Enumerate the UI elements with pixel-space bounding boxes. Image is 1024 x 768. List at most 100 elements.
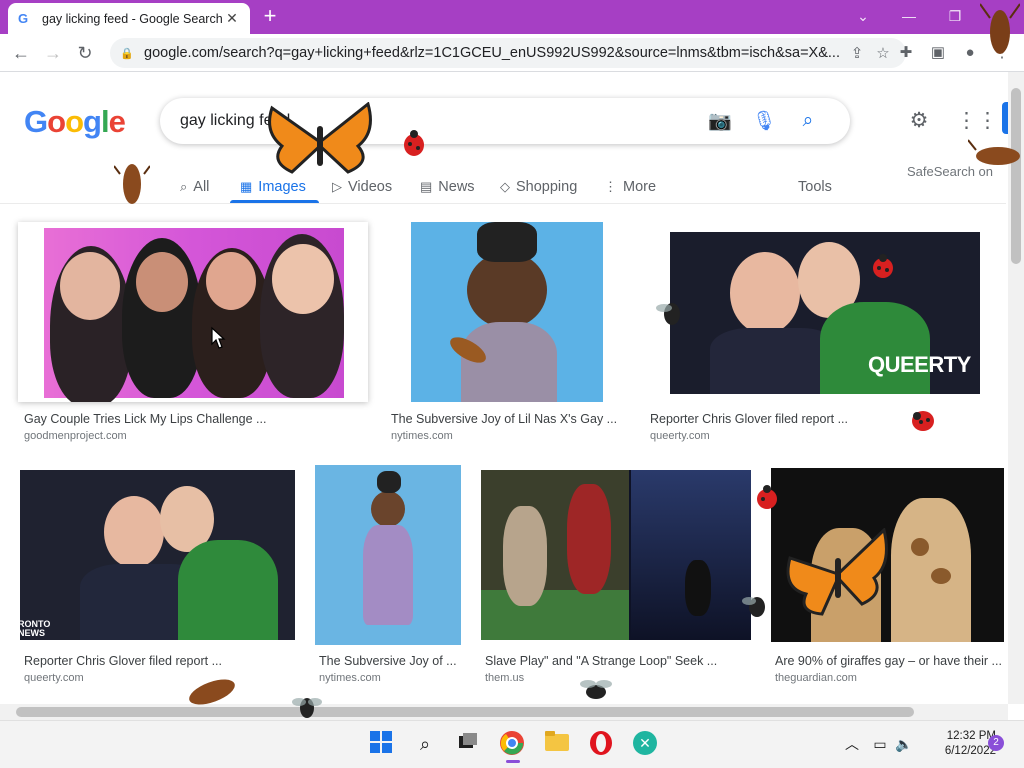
result-thumbnail [481, 470, 751, 640]
search-icon[interactable]: ⌕ [411, 730, 439, 758]
chrome-icon[interactable] [498, 730, 526, 758]
news-icon: ▤ [420, 179, 433, 194]
tab-shopping-label: Shopping [516, 179, 578, 195]
search-icon: ⌕ [180, 179, 188, 194]
vertical-scroll-thumb[interactable] [1011, 88, 1021, 264]
result-thumbnail-card [18, 222, 368, 402]
url-text: google.com/search?q=gay+licking+feed&rlz… [144, 45, 840, 61]
restore-button[interactable]: ❐ [940, 4, 970, 28]
system-clock[interactable]: 12:32 PM 6/12/2022 [916, 729, 996, 759]
tab-more[interactable]: ⋮ More [604, 172, 656, 202]
tools-label: Tools [798, 179, 832, 195]
close-tab-icon[interactable]: ✕ [224, 10, 240, 27]
cockroach-icon [980, 3, 1020, 54]
tools-button[interactable]: Tools [798, 172, 832, 202]
clock-time: 12:32 PM [946, 730, 996, 742]
horizontal-scroll-thumb[interactable] [16, 707, 914, 717]
ladybug-icon [404, 130, 424, 156]
fly-icon [742, 597, 765, 617]
watermark-text: RONTO NEWS [20, 619, 51, 638]
fly-icon [292, 698, 322, 718]
clock-date: 6/12/2022 [944, 745, 996, 757]
address-bar[interactable]: 🔒 google.com/search?q=gay+licking+feed&r… [110, 38, 906, 68]
tab-search-icon[interactable]: ⌄ [848, 4, 878, 28]
cockroach-icon [450, 337, 486, 363]
result-caption[interactable]: Reporter Chris Glover filed report ... [650, 412, 950, 426]
result-caption[interactable]: The Subversive Joy of Lil Nas X's Gay ..… [391, 412, 621, 426]
profile-avatar-icon[interactable]: ● [958, 42, 982, 64]
search-icon[interactable]: ⌕ [786, 110, 830, 132]
lock-icon: 🔒 [120, 47, 134, 60]
image-icon: ▦ [240, 179, 253, 194]
settings-gear-icon[interactable]: ⚙ [906, 108, 932, 134]
file-explorer-icon[interactable] [543, 730, 571, 758]
ladybug-icon [912, 411, 934, 431]
app-icon[interactable]: ✕ [631, 730, 659, 758]
svg-text:✕: ✕ [639, 736, 651, 752]
extensions-icon[interactable]: ✚ [894, 42, 918, 64]
butterfly-icon [268, 102, 372, 174]
tab-images-label: Images [258, 179, 306, 195]
result-caption[interactable]: The Subversive Joy of ... [319, 654, 479, 668]
more-vert-icon: ⋮ [604, 179, 617, 194]
mouse-cursor-icon [211, 326, 226, 349]
result-caption[interactable]: Reporter Chris Glover filed report ... [24, 654, 224, 668]
new-tab-button[interactable]: + [258, 4, 282, 28]
tab-shopping[interactable]: ◇ Shopping [500, 172, 577, 202]
watermark-text: QUEERTY [868, 352, 971, 377]
notification-badge[interactable]: 2 [988, 735, 1004, 751]
camera-search-icon[interactable]: 📷 [698, 109, 742, 133]
chevron-up-icon[interactable]: ︿ [838, 730, 866, 758]
fly-icon [656, 303, 680, 325]
google-favicon-icon: G [18, 11, 29, 26]
windows-start-icon[interactable] [367, 730, 395, 758]
result-thumbnail [44, 228, 344, 402]
fly-icon [580, 680, 612, 699]
active-app-indicator [506, 760, 520, 763]
minimize-button[interactable]: — [894, 4, 924, 28]
search-input[interactable]: gay licking feed [180, 112, 698, 130]
reload-icon[interactable]: ↻ [72, 40, 98, 66]
opera-icon[interactable] [587, 730, 615, 758]
result-caption[interactable]: Gay Couple Tries Lick My Lips Challenge … [24, 412, 354, 426]
browser-tab[interactable]: G gay licking feed - Google Search ✕ [8, 3, 250, 34]
tab-title: gay licking feed - Google Search [42, 11, 223, 26]
tab-news[interactable]: ▤ News [420, 172, 475, 202]
tab-news-label: News [438, 179, 475, 195]
tab-videos-label: Videos [348, 179, 393, 195]
bookmark-star-icon[interactable]: ☆ [870, 44, 896, 62]
back-icon[interactable]: ← [8, 40, 34, 66]
tab-all[interactable]: ⌕ All [180, 172, 209, 202]
result-source[interactable]: nytimes.com [319, 672, 381, 684]
result-thumbnail: RONTO NEWS [20, 470, 295, 640]
volume-icon[interactable]: 🔈 [890, 730, 918, 758]
ladybug-icon [873, 254, 893, 278]
task-view-icon[interactable] [453, 730, 481, 758]
microphone-icon[interactable]: 🎙 [742, 109, 786, 133]
cockroach-icon [114, 164, 150, 204]
ladybug-icon [757, 485, 777, 509]
apps-grid-icon[interactable]: ⋮⋮ [956, 108, 998, 134]
video-icon: ▷ [332, 179, 342, 194]
result-caption[interactable]: Are 90% of giraffes gay – or have their … [775, 654, 1005, 668]
result-thumbnail: QUEERTY [670, 232, 980, 394]
share-icon[interactable]: ⇪ [844, 44, 870, 62]
result-caption[interactable]: Slave Play" and "A Strange Loop" Seek ..… [485, 654, 745, 668]
google-logo[interactable]: Google [24, 104, 126, 140]
tag-icon: ◇ [500, 179, 510, 194]
result-source[interactable]: them.us [485, 672, 524, 684]
result-source[interactable]: queerty.com [24, 672, 84, 684]
side-panel-icon[interactable]: ▣ [926, 42, 950, 64]
result-source[interactable]: goodmenproject.com [24, 430, 127, 442]
cockroach-icon [968, 139, 1020, 165]
result-source[interactable]: queerty.com [650, 430, 710, 442]
divider [0, 203, 1006, 204]
result-source[interactable]: nytimes.com [391, 430, 453, 442]
tab-all-label: All [193, 179, 210, 195]
result-thumbnail [315, 465, 461, 645]
cockroach-icon [189, 679, 235, 705]
result-source[interactable]: theguardian.com [775, 672, 857, 684]
result-thumbnail [411, 222, 603, 402]
butterfly-icon [786, 528, 888, 616]
forward-icon[interactable]: → [40, 40, 66, 66]
